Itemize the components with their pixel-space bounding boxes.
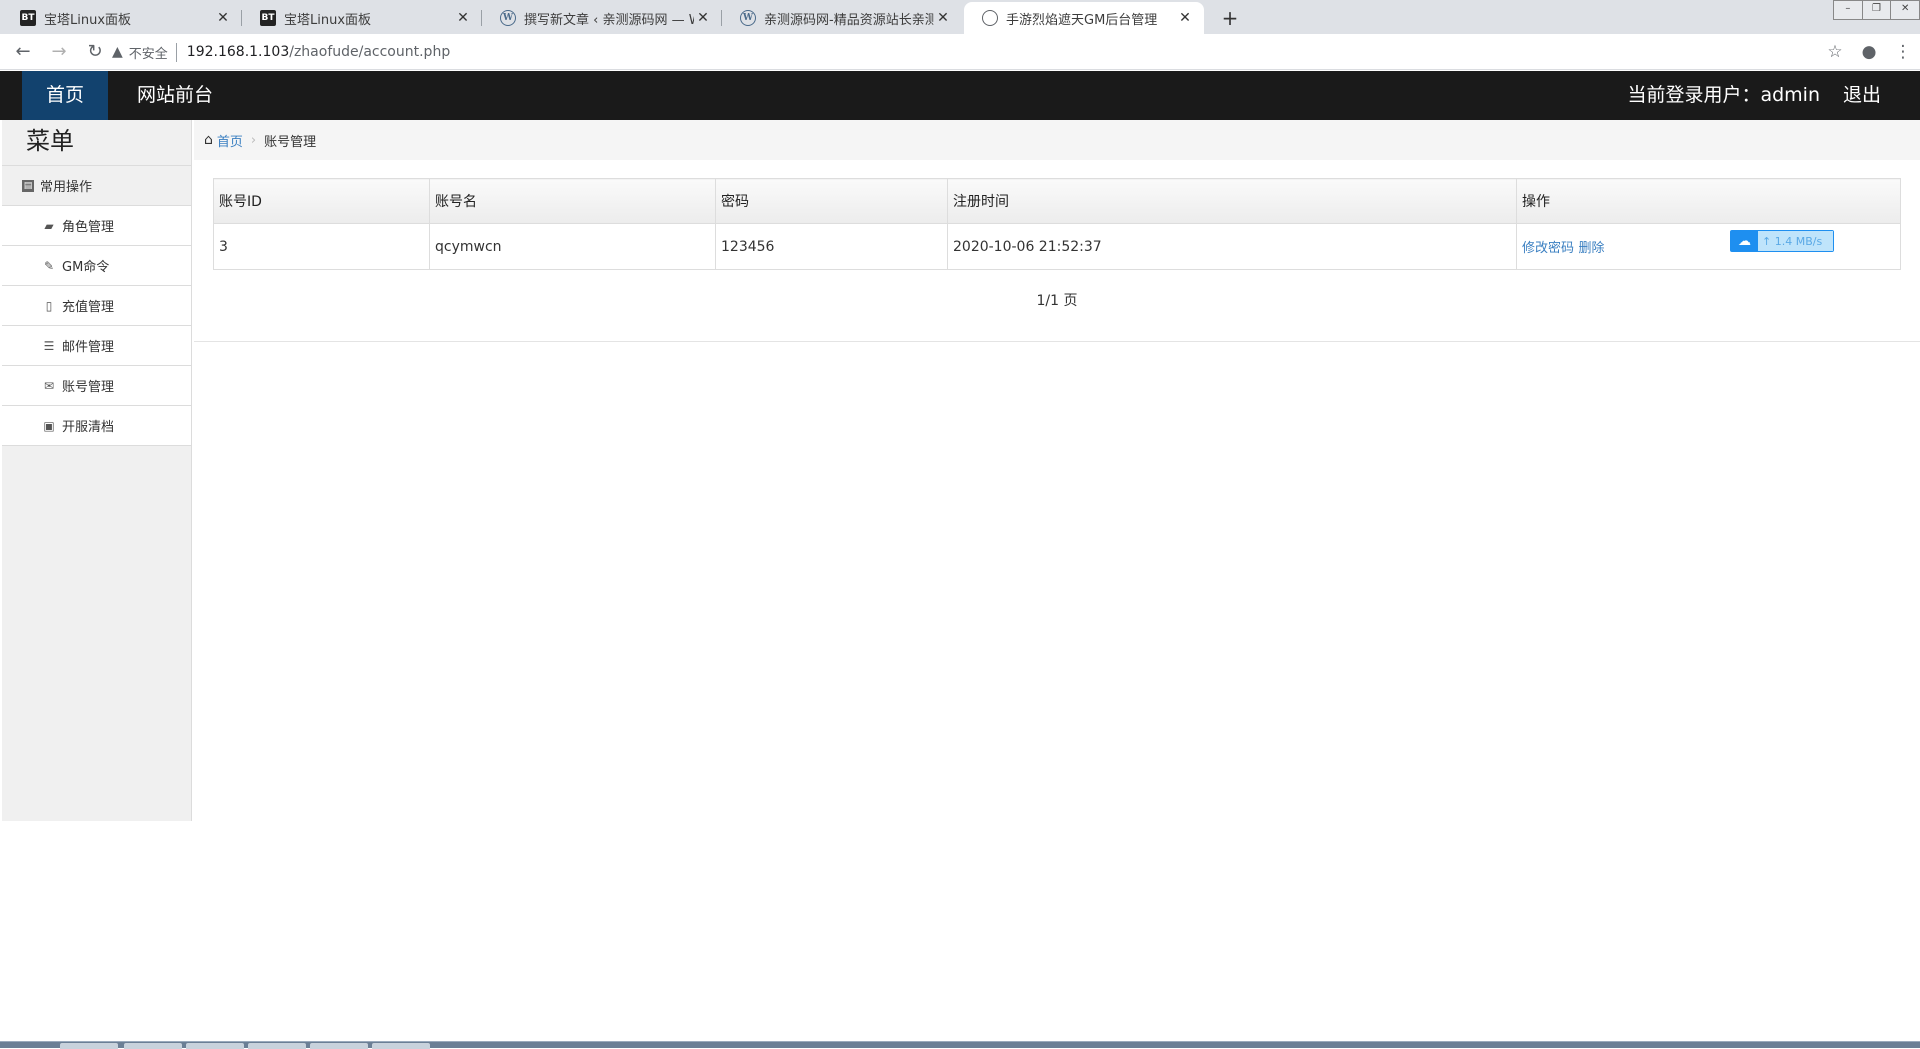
back-arrow-icon[interactable]: ← xyxy=(10,39,36,65)
bt-favicon-icon: BT xyxy=(260,10,276,26)
close-window-icon[interactable]: ✕ xyxy=(1890,0,1920,20)
sidebar-item-label: GM命令 xyxy=(62,260,110,275)
wrench-icon: ✎ xyxy=(43,258,55,273)
reload-icon[interactable]: ↻ xyxy=(82,39,108,65)
wordpress-favicon-icon: W xyxy=(740,10,756,26)
list-icon: ☰ xyxy=(43,338,55,353)
cell-registered-time: 2020-10-06 21:52:37 xyxy=(947,223,1517,270)
url-host: 192.168.1.103 xyxy=(186,44,290,60)
sidebar-item-mail[interactable]: ☰ 邮件管理 xyxy=(2,326,191,366)
change-password-link[interactable]: 修改密码 xyxy=(1522,241,1574,256)
browser-tab[interactable]: BT 宝塔Linux面板 ✕ xyxy=(242,2,482,34)
app-navbar: 首页 网站前台 当前登录用户：admin 退出 xyxy=(0,71,1920,120)
sidebar-item-label: 角色管理 xyxy=(62,220,115,235)
browser-tab-strip: BT 宝塔Linux面板 ✕ BT 宝塔Linux面板 ✕ W 撰写新文章 ‹ … xyxy=(0,0,1920,34)
column-header-registered: 注册时间 xyxy=(947,178,1517,224)
pagination-info: 1/1 页 xyxy=(1036,293,1078,309)
delete-link[interactable]: 删除 xyxy=(1578,241,1604,256)
profile-avatar-icon[interactable]: ● xyxy=(1852,42,1886,62)
browser-tab-active[interactable]: 手游烈焰遮天GM后台管理 ✕ xyxy=(964,2,1204,34)
sidebar-item-roles[interactable]: ▰ 角色管理 xyxy=(2,206,191,246)
sidebar-item-label: 邮件管理 xyxy=(62,340,115,355)
breadcrumb: ⌂ 首页 › 账号管理 xyxy=(194,120,1920,160)
menu-group-label: 常用操作 xyxy=(40,180,93,195)
upload-speed: ↑ 1.4 MB/s xyxy=(1758,231,1833,251)
tab-title: 撰写新文章 ‹ 亲测源码网 — Wor xyxy=(524,12,694,28)
taskbar-item[interactable] xyxy=(248,1043,306,1049)
sidebar-item-recharge[interactable]: ▯ 充值管理 xyxy=(2,286,191,326)
picture-icon: ▣ xyxy=(43,418,55,433)
column-header-id: 账号ID xyxy=(213,178,430,224)
frontend-nav-link[interactable]: 网站前台 xyxy=(137,71,213,120)
browser-toolbar: ← → ↻ ▲ 不安全 192.168.1.103/zhaofude/accou… xyxy=(0,34,1920,70)
home-nav-link[interactable]: 首页 xyxy=(22,71,108,120)
tab-title: 宝塔Linux面板 xyxy=(44,12,132,28)
taskbar-item[interactable] xyxy=(186,1043,244,1049)
cell-account-name: qcymwcn xyxy=(429,223,716,270)
cell-account-id: 3 xyxy=(213,223,430,270)
home-icon: ⌂ xyxy=(204,132,213,148)
taskbar-item[interactable] xyxy=(124,1043,182,1049)
browser-tab[interactable]: BT 宝塔Linux面板 ✕ xyxy=(2,2,242,34)
book-icon: ▤ xyxy=(22,179,34,192)
new-tab-button[interactable]: + xyxy=(1216,4,1244,32)
url-path: /zhaofude/account.php xyxy=(289,44,451,60)
close-tab-icon[interactable]: ✕ xyxy=(694,10,712,26)
accounts-table: 账号ID 账号名 密码 注册时间 操作 3 qcymwcn 123456 202… xyxy=(213,178,1901,270)
logout-link[interactable]: 退出 xyxy=(1843,71,1881,120)
minimize-icon[interactable]: – xyxy=(1833,0,1863,20)
taskbar-item[interactable] xyxy=(372,1043,430,1049)
breadcrumb-home-link[interactable]: 首页 xyxy=(217,131,243,150)
cloud-icon: ☁ xyxy=(1731,231,1758,251)
tab-title: 手游烈焰遮天GM后台管理 xyxy=(1006,12,1158,28)
network-speed-badge[interactable]: ☁ ↑ 1.4 MB/s xyxy=(1730,230,1834,252)
tab-title: 宝塔Linux面板 xyxy=(284,12,372,28)
accounts-panel: 账号ID 账号名 密码 注册时间 操作 3 qcymwcn 123456 202… xyxy=(194,160,1920,342)
bookmark-star-icon[interactable]: ☆ xyxy=(1818,42,1852,62)
sidebar-item-label: 充值管理 xyxy=(62,300,115,315)
tab-title: 亲测源码网-精品资源站长亲测 xyxy=(764,12,934,28)
taskbar-item[interactable] xyxy=(60,1043,118,1049)
close-tab-icon[interactable]: ✕ xyxy=(934,10,952,26)
cell-actions: 修改密码 删除 ☁ ↑ 1.4 MB/s xyxy=(1516,223,1901,270)
sidebar-item-server-reset[interactable]: ▣ 开服清档 xyxy=(2,406,191,446)
speed-value: 1.4 MB/s xyxy=(1774,234,1823,248)
sidebar-item-label: 账号管理 xyxy=(62,380,115,395)
table-header-row: 账号ID 账号名 密码 注册时间 操作 xyxy=(213,178,1901,224)
taskbar-item[interactable] xyxy=(310,1043,368,1049)
sidebar-item-gm-command[interactable]: ✎ GM命令 xyxy=(2,246,191,286)
envelope-icon: ✉ xyxy=(43,378,55,393)
globe-favicon-icon xyxy=(982,10,998,26)
menu-group-common[interactable]: ▤ 常用操作 xyxy=(2,166,191,206)
address-bar[interactable]: ▲ 不安全 192.168.1.103/zhaofude/account.php xyxy=(112,38,1832,66)
bt-favicon-icon: BT xyxy=(20,10,36,26)
browser-tab[interactable]: W 亲测源码网-精品资源站长亲测 ✕ xyxy=(722,2,962,34)
column-header-actions: 操作 xyxy=(1516,178,1901,224)
cell-password: 123456 xyxy=(715,223,948,270)
file-icon: ▯ xyxy=(45,298,53,313)
current-user-label: 当前登录用户：admin xyxy=(1627,84,1820,106)
close-tab-icon[interactable]: ✕ xyxy=(214,10,232,26)
close-tab-icon[interactable]: ✕ xyxy=(1176,10,1194,26)
window-controls: – ❐ ✕ xyxy=(1833,0,1920,20)
menu-title: 菜单 xyxy=(2,120,191,166)
warning-icon: ▲ xyxy=(112,44,123,60)
truck-icon: ▰ xyxy=(44,218,54,233)
sidebar-item-accounts[interactable]: ✉ 账号管理 xyxy=(2,366,191,406)
breadcrumb-current: 账号管理 xyxy=(264,134,317,150)
forward-arrow-icon[interactable]: → xyxy=(46,39,72,65)
security-label[interactable]: 不安全 xyxy=(129,42,177,62)
sidebar: 菜单 ▤ 常用操作 ▰ 角色管理 ✎ GM命令 ▯ 充值管理 ☰ 邮件管理 ✉ … xyxy=(2,120,192,821)
close-tab-icon[interactable]: ✕ xyxy=(454,10,472,26)
wordpress-favicon-icon: W xyxy=(500,10,516,26)
column-header-name: 账号名 xyxy=(429,178,716,224)
breadcrumb-separator: › xyxy=(250,132,257,148)
column-header-password: 密码 xyxy=(715,178,948,224)
os-taskbar xyxy=(0,1041,1920,1049)
restore-icon[interactable]: ❐ xyxy=(1861,0,1892,20)
more-menu-icon[interactable]: ⋮ xyxy=(1886,42,1920,62)
browser-tab[interactable]: W 撰写新文章 ‹ 亲测源码网 — Wor ✕ xyxy=(482,2,722,34)
sidebar-item-label: 开服清档 xyxy=(62,420,115,435)
table-row: 3 qcymwcn 123456 2020-10-06 21:52:37 修改密… xyxy=(213,223,1901,270)
